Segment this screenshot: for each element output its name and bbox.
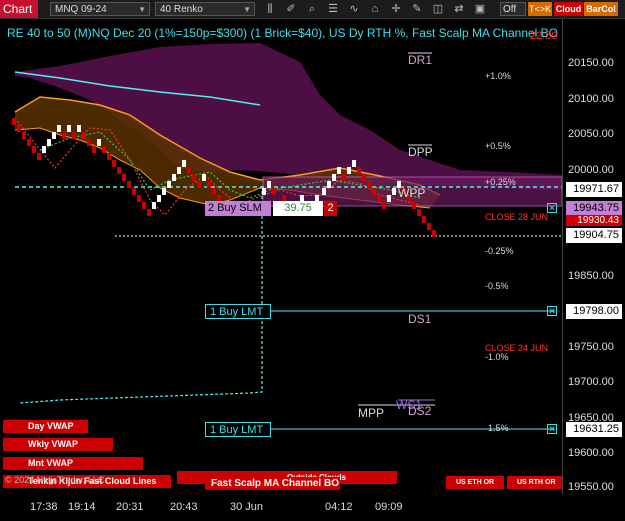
x-tick: 17:38	[30, 501, 58, 513]
buy-lmt-order-2[interactable]: 1 Buy LMT	[205, 422, 271, 437]
ds2-label: DS2	[408, 404, 432, 418]
fast-scalp-button[interactable]: Fast Scalp MA Channel BO	[205, 477, 340, 490]
data-box-icon[interactable]: ▣	[473, 2, 487, 16]
instrument-selector[interactable]: MNQ 09-24 ▼	[50, 2, 150, 16]
indicators-icon[interactable]: ∿	[347, 2, 361, 16]
close-order-icon[interactable]: ✕	[547, 203, 557, 213]
red-value-label: 22.50	[530, 30, 558, 42]
off-selector[interactable]: Off	[500, 2, 526, 16]
pct-plus-1: +1.0%	[485, 71, 511, 81]
ds1-label: DS1	[408, 312, 432, 326]
x-tick: 20:43	[170, 501, 198, 513]
buy-slm-order-label[interactable]: 2 Buy SLM	[205, 201, 271, 216]
y-tick: 20000.00	[568, 164, 614, 176]
dr1-label: DR1	[408, 53, 433, 67]
mnt-vwap-button[interactable]: Mnt VWAP	[3, 457, 143, 470]
bar-type-selector[interactable]: 40 Renko ▼	[155, 2, 255, 16]
x-tick: 09:09	[375, 501, 403, 513]
x-tick: 04:12	[325, 501, 353, 513]
chart-toolbar: Chart MNQ 09-24 ▼ 40 Renko ▼ ⫼ ✐ ⌕ ☰ ∿ ⌂ ✛…	[0, 0, 625, 19]
y-tick: 19700.00	[568, 376, 614, 388]
y-tick: 19550.00	[568, 481, 614, 493]
buy-slm-price[interactable]: 39.75	[273, 201, 323, 216]
price-tag: 19943.75	[566, 201, 622, 216]
pct-plus-05: +0.5%	[485, 141, 511, 151]
y-tick: 19750.00	[568, 341, 614, 353]
price-tag: 19971.67	[566, 182, 622, 197]
pct-minus-1: -1.0%	[485, 352, 509, 362]
chart-trader-icon[interactable]: ⇄	[452, 2, 466, 16]
copyright-text: © 2024 NinjaTrader, LLC	[5, 475, 105, 485]
current-price-tag: 19904.75	[566, 228, 622, 243]
y-tick: 20050.00	[568, 128, 614, 140]
us-eth-or-button[interactable]: US ETH OR	[446, 476, 504, 489]
snapshot-icon[interactable]: ◫	[431, 2, 445, 16]
y-tick: 19850.00	[568, 270, 614, 282]
bar-chart-icon[interactable]: ⫼	[263, 2, 277, 16]
price-axis[interactable]: 20150.00 20100.00 20050.00 20000.00 1985…	[562, 19, 625, 494]
price-tag: 19631.25	[566, 422, 622, 437]
x-tick: 30 Jun	[230, 501, 264, 513]
chart-plot-area[interactable]: RE 40 to 50 (M)NQ Dec 20 (1%=150p=$300) …	[0, 19, 562, 494]
chevron-down-icon: ▼	[138, 5, 146, 14]
us-rth-or-button[interactable]: US RTH OR	[507, 476, 562, 489]
wpp-label: WPP	[398, 186, 426, 200]
buy-lmt-order-1[interactable]: 1 Buy LMT	[205, 304, 271, 319]
bar-type-value: 40 Renko	[160, 4, 203, 15]
pointer-icon[interactable]: ✐	[284, 2, 298, 16]
chart-title: RE 40 to 50 (M)NQ Dec 20 (1%=150p=$300) …	[7, 26, 559, 40]
drawing-tools-icon[interactable]: ✎	[410, 2, 424, 16]
tk-toggle-button[interactable]: T<>K	[528, 2, 552, 16]
y-tick: 20150.00	[568, 57, 614, 69]
instrument-value: MNQ 09-24	[55, 4, 107, 15]
cyan-stepped-line	[19, 186, 263, 404]
y-tick: 19600.00	[568, 447, 614, 459]
pct-1-5: 1.5%	[488, 423, 509, 433]
barcol-toggle-button[interactable]: BarCol	[584, 2, 618, 16]
close-order-icon[interactable]: ✕	[547, 424, 557, 434]
buy-slm-qty[interactable]: 2	[324, 201, 337, 216]
off-value: Off	[503, 4, 517, 15]
chart-menu-button[interactable]: Chart	[0, 0, 38, 18]
crosshair-icon[interactable]: ✛	[389, 2, 403, 16]
dpp-label: DPP	[408, 145, 433, 159]
pct-minus-025: -0.25%	[485, 246, 514, 256]
y-tick: 20100.00	[568, 93, 614, 105]
day-vwap-button[interactable]: Day VWAP	[3, 420, 88, 433]
templates-icon[interactable]: ⌂	[368, 2, 382, 16]
price-tag: 19798.00	[566, 304, 622, 319]
close-28-jun-label: CLOSE 28 JUN	[485, 212, 549, 222]
x-tick: 19:14	[68, 501, 96, 513]
x-tick: 20:31	[116, 501, 144, 513]
time-axis[interactable]: 17:38 19:14 20:31 20:43 30 Jun 04:12 09:…	[0, 494, 562, 521]
pct-plus-025: +0.25%	[485, 177, 516, 187]
mpp-label: MPP	[358, 406, 385, 420]
zoom-icon[interactable]: ⌕	[305, 2, 319, 16]
pct-minus-05: -0.5%	[485, 281, 509, 291]
properties-icon[interactable]: ☰	[326, 2, 340, 16]
close-order-icon[interactable]: ✕	[547, 306, 557, 316]
overlap-price-tag: 19930.43	[566, 215, 622, 226]
cloud-toggle-button[interactable]: Cloud	[554, 2, 583, 16]
chevron-down-icon: ▼	[243, 5, 251, 14]
wkly-vwap-button[interactable]: Wkly VWAP	[3, 438, 113, 451]
